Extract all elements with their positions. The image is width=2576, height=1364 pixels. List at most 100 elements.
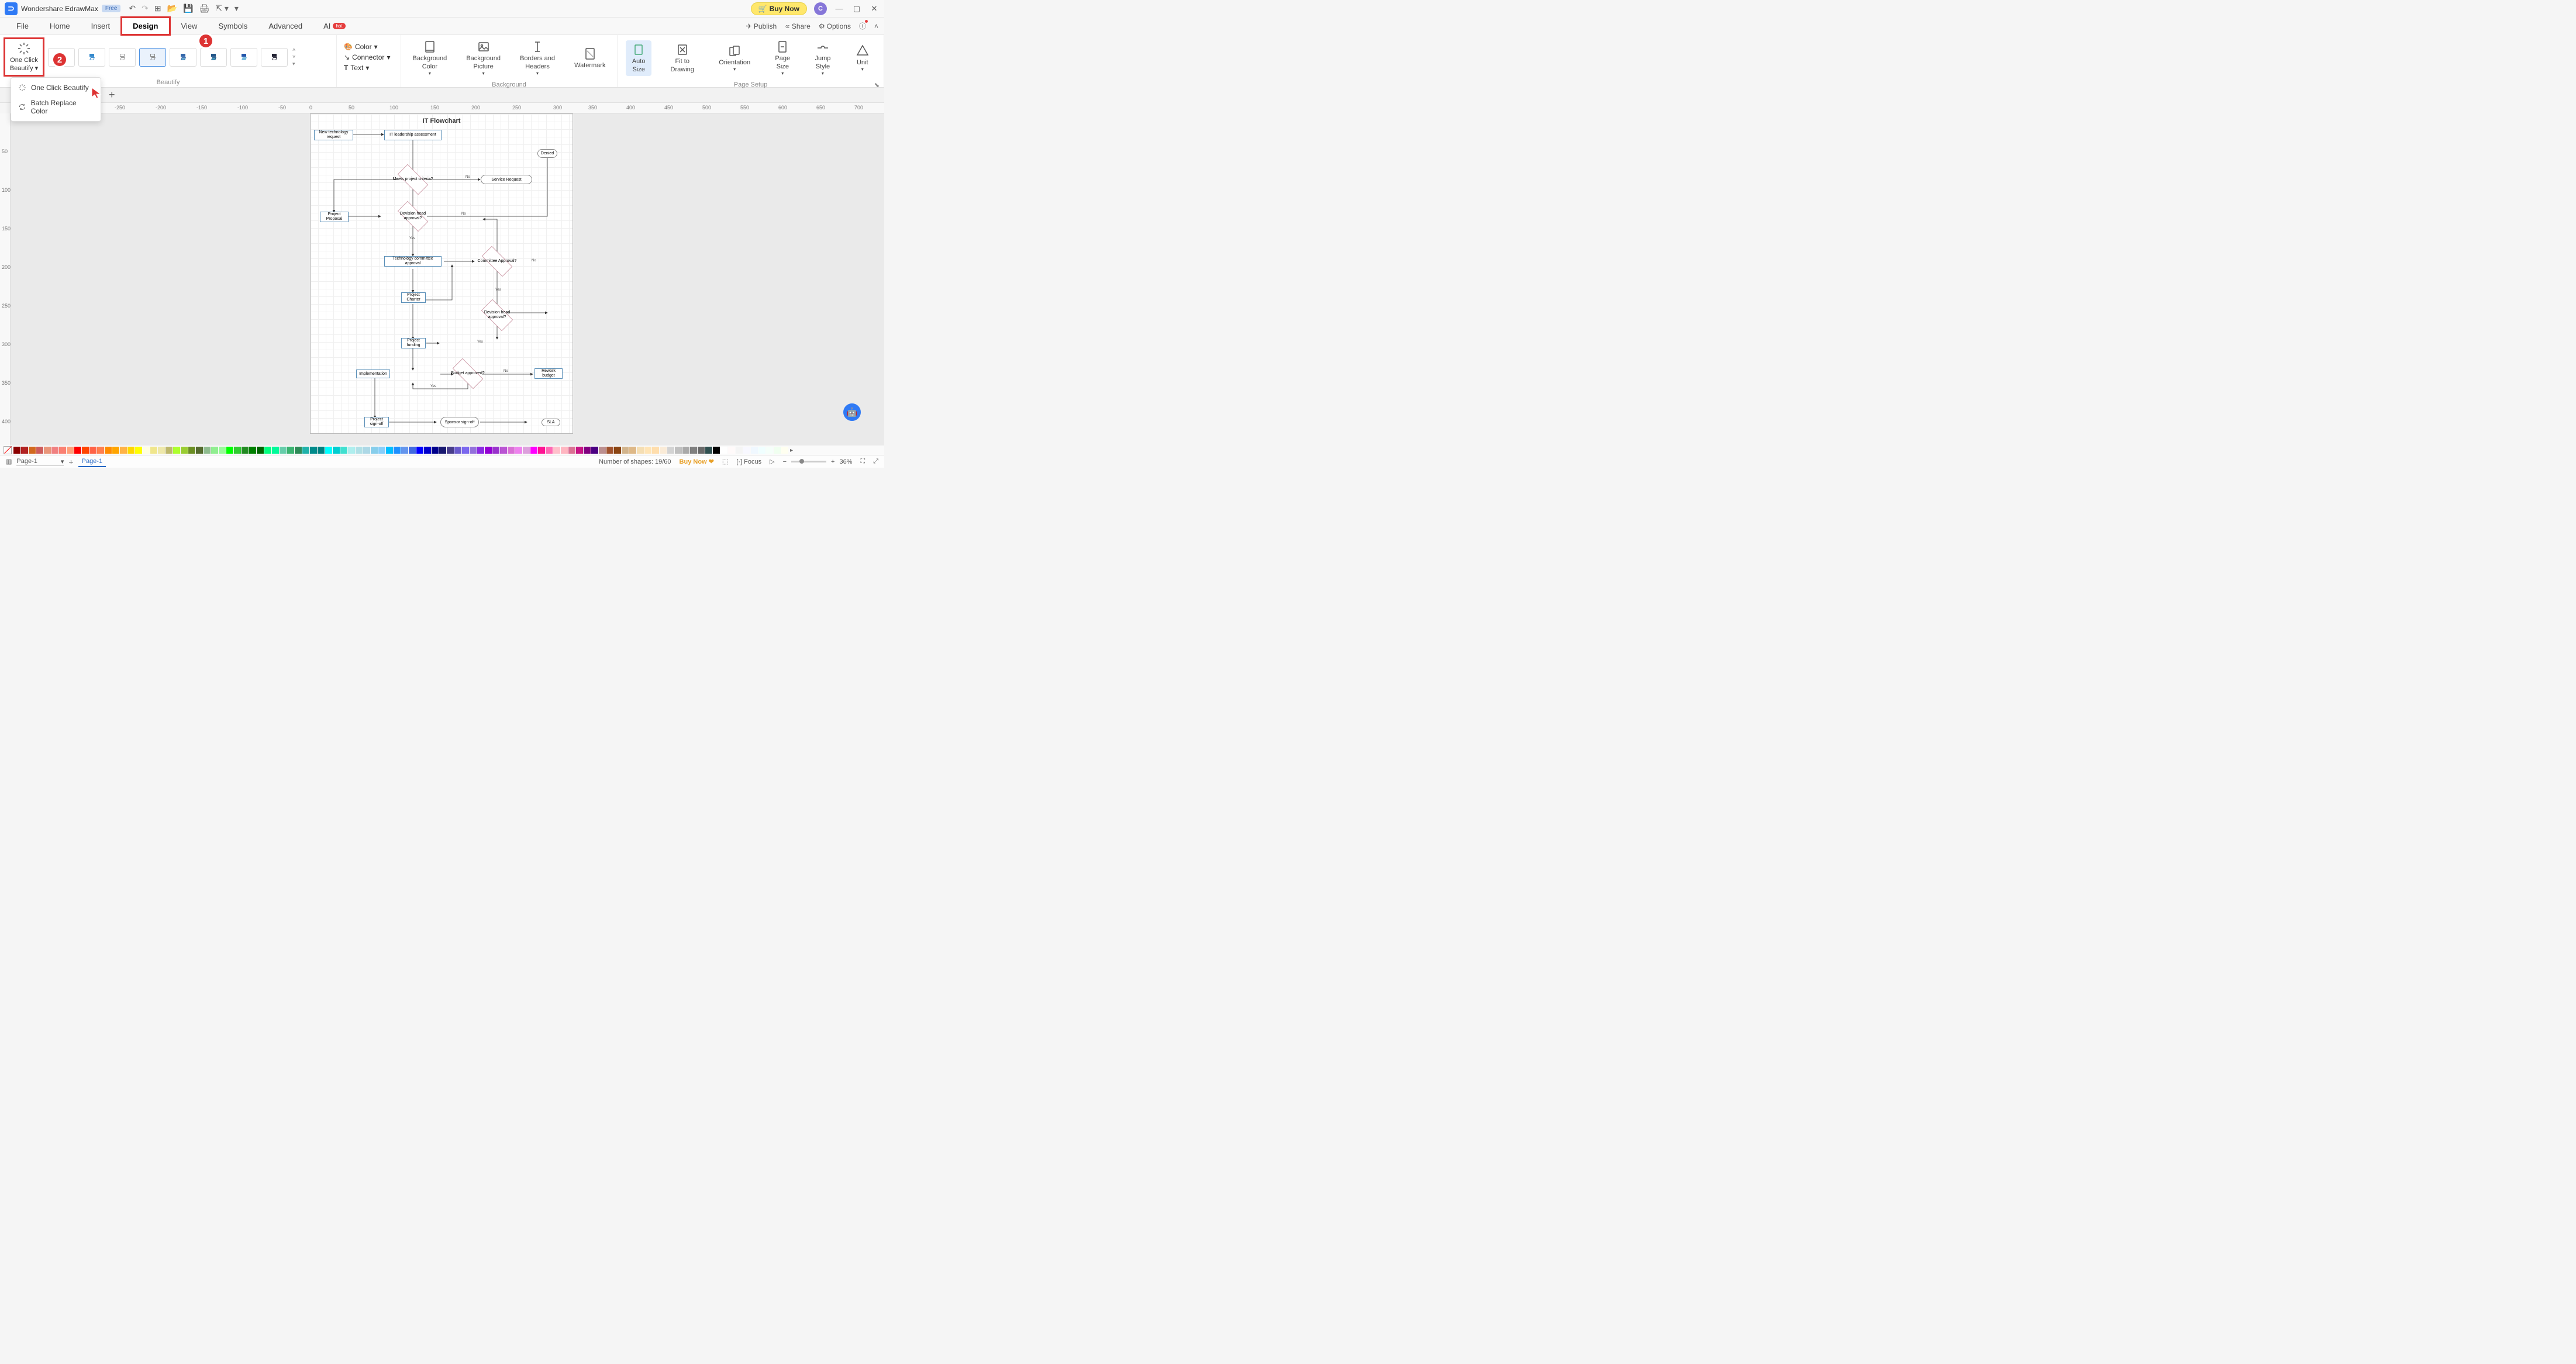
- zoom-out-button[interactable]: −: [783, 458, 787, 465]
- color-swatch[interactable]: [530, 447, 537, 454]
- maximize-button[interactable]: ▢: [851, 4, 862, 14]
- color-swatch[interactable]: [188, 447, 195, 454]
- zoom-slider[interactable]: [791, 461, 826, 462]
- color-swatch[interactable]: [500, 447, 507, 454]
- color-swatch[interactable]: [523, 447, 530, 454]
- fc-proposal[interactable]: Project Proposal: [320, 212, 349, 222]
- tab-insert[interactable]: Insert: [81, 18, 121, 34]
- color-swatch[interactable]: [637, 447, 644, 454]
- color-swatch[interactable]: [546, 447, 553, 454]
- minimize-button[interactable]: —: [834, 4, 844, 14]
- color-swatch[interactable]: [568, 447, 575, 454]
- fc-denied[interactable]: Denied: [537, 149, 557, 158]
- color-swatch[interactable]: [705, 447, 712, 454]
- color-swatch[interactable]: [713, 447, 720, 454]
- color-swatch[interactable]: [143, 447, 150, 454]
- theme-thumb-8[interactable]: [261, 48, 288, 67]
- canvas[interactable]: IT Flowchart: [11, 113, 884, 450]
- background-color-button[interactable]: BackgroundColor▾: [407, 37, 453, 79]
- color-swatch[interactable]: [150, 447, 157, 454]
- color-swatch[interactable]: [310, 447, 317, 454]
- fullscreen-button[interactable]: ⤢: [873, 458, 878, 465]
- one-click-beautify-item[interactable]: One Click Beautify: [11, 80, 101, 95]
- theme-thumb-5[interactable]: [170, 48, 196, 67]
- color-swatch[interactable]: [454, 447, 461, 454]
- more-icon[interactable]: ▾: [235, 4, 239, 13]
- fc-rework[interactable]: Rework budget: [534, 368, 563, 379]
- color-swatch[interactable]: [447, 447, 454, 454]
- color-swatch[interactable]: [74, 447, 81, 454]
- color-swatch[interactable]: [470, 447, 477, 454]
- fit-screen-button[interactable]: ⛶: [860, 458, 865, 465]
- color-swatch[interactable]: [249, 447, 256, 454]
- publish-button[interactable]: ✈Publish: [746, 22, 777, 30]
- color-swatch[interactable]: [591, 447, 598, 454]
- color-swatch[interactable]: [553, 447, 560, 454]
- color-swatch[interactable]: [751, 447, 758, 454]
- color-swatch[interactable]: [652, 447, 659, 454]
- color-swatch[interactable]: [127, 447, 135, 454]
- options-button[interactable]: ⚙Options: [819, 22, 851, 30]
- color-swatch[interactable]: [29, 447, 36, 454]
- text-dropdown[interactable]: TText ▾: [344, 64, 390, 72]
- color-swatch[interactable]: [173, 447, 180, 454]
- save-icon[interactable]: 💾: [183, 4, 193, 13]
- color-swatch[interactable]: [675, 447, 682, 454]
- theme-thumb-2[interactable]: [78, 48, 105, 67]
- add-page-button[interactable]: +: [68, 457, 73, 467]
- color-swatch[interactable]: [89, 447, 96, 454]
- color-swatch[interactable]: [348, 447, 355, 454]
- color-swatch[interactable]: [477, 447, 484, 454]
- color-swatch[interactable]: [386, 447, 393, 454]
- color-swatch[interactable]: [234, 447, 241, 454]
- color-swatch[interactable]: [409, 447, 416, 454]
- tab-file[interactable]: File: [6, 18, 39, 34]
- color-swatch[interactable]: [614, 447, 621, 454]
- color-swatch[interactable]: [36, 447, 43, 454]
- color-swatch[interactable]: [371, 447, 378, 454]
- color-swatch[interactable]: [743, 447, 750, 454]
- redo-icon[interactable]: ↷: [142, 4, 149, 13]
- color-swatch[interactable]: [257, 447, 264, 454]
- user-avatar[interactable]: C: [814, 2, 827, 15]
- fc-tech-comm[interactable]: Technology committee approval: [384, 256, 442, 267]
- color-swatch[interactable]: [44, 447, 51, 454]
- buy-now-button[interactable]: 🛒 Buy Now: [751, 2, 807, 15]
- focus-button[interactable]: [·] Focus: [736, 458, 761, 465]
- color-swatch[interactable]: [736, 447, 743, 454]
- tab-symbols[interactable]: Symbols: [208, 18, 258, 34]
- color-swatch[interactable]: [690, 447, 697, 454]
- color-swatch[interactable]: [280, 447, 287, 454]
- print-icon[interactable]: 🖨: [199, 4, 209, 13]
- tab-home[interactable]: Home: [39, 18, 81, 34]
- fc-sponsor[interactable]: Sponsor sign-off: [440, 417, 479, 427]
- color-swatch[interactable]: [196, 447, 203, 454]
- color-swatch[interactable]: [97, 447, 104, 454]
- connector-dropdown[interactable]: ↘Connector ▾: [344, 53, 390, 61]
- color-swatch[interactable]: [682, 447, 689, 454]
- color-swatch[interactable]: [561, 447, 568, 454]
- more-colors-button[interactable]: ▸: [790, 447, 793, 454]
- help-button[interactable]: ⓘ: [859, 21, 866, 31]
- page-size-button[interactable]: PageSize▾: [769, 37, 796, 79]
- fc-leadership[interactable]: IT leadership assessment: [384, 130, 442, 140]
- no-color-swatch[interactable]: [4, 446, 12, 454]
- tab-ai[interactable]: AI hot: [313, 18, 356, 34]
- color-swatch[interactable]: [781, 447, 788, 454]
- fc-charter[interactable]: Project Charter: [401, 292, 426, 303]
- page-setup-launcher[interactable]: ⬊: [874, 81, 880, 89]
- color-swatch[interactable]: [242, 447, 249, 454]
- tab-advanced[interactable]: Advanced: [258, 18, 313, 34]
- fc-dev-head2[interactable]: Devision head approval?: [477, 304, 518, 326]
- open-icon[interactable]: 📂: [167, 4, 177, 13]
- color-swatch[interactable]: [204, 447, 211, 454]
- unit-button[interactable]: Unit▾: [850, 42, 875, 75]
- share-button[interactable]: ∝Share: [785, 22, 811, 30]
- fc-new-tech[interactable]: New technology request: [314, 130, 353, 140]
- color-swatch[interactable]: [492, 447, 499, 454]
- fit-drawing-button[interactable]: Fit toDrawing: [665, 40, 700, 75]
- theme-thumb-3[interactable]: [109, 48, 136, 67]
- color-swatch[interactable]: [766, 447, 773, 454]
- color-swatch[interactable]: [112, 447, 119, 454]
- color-swatch[interactable]: [82, 447, 89, 454]
